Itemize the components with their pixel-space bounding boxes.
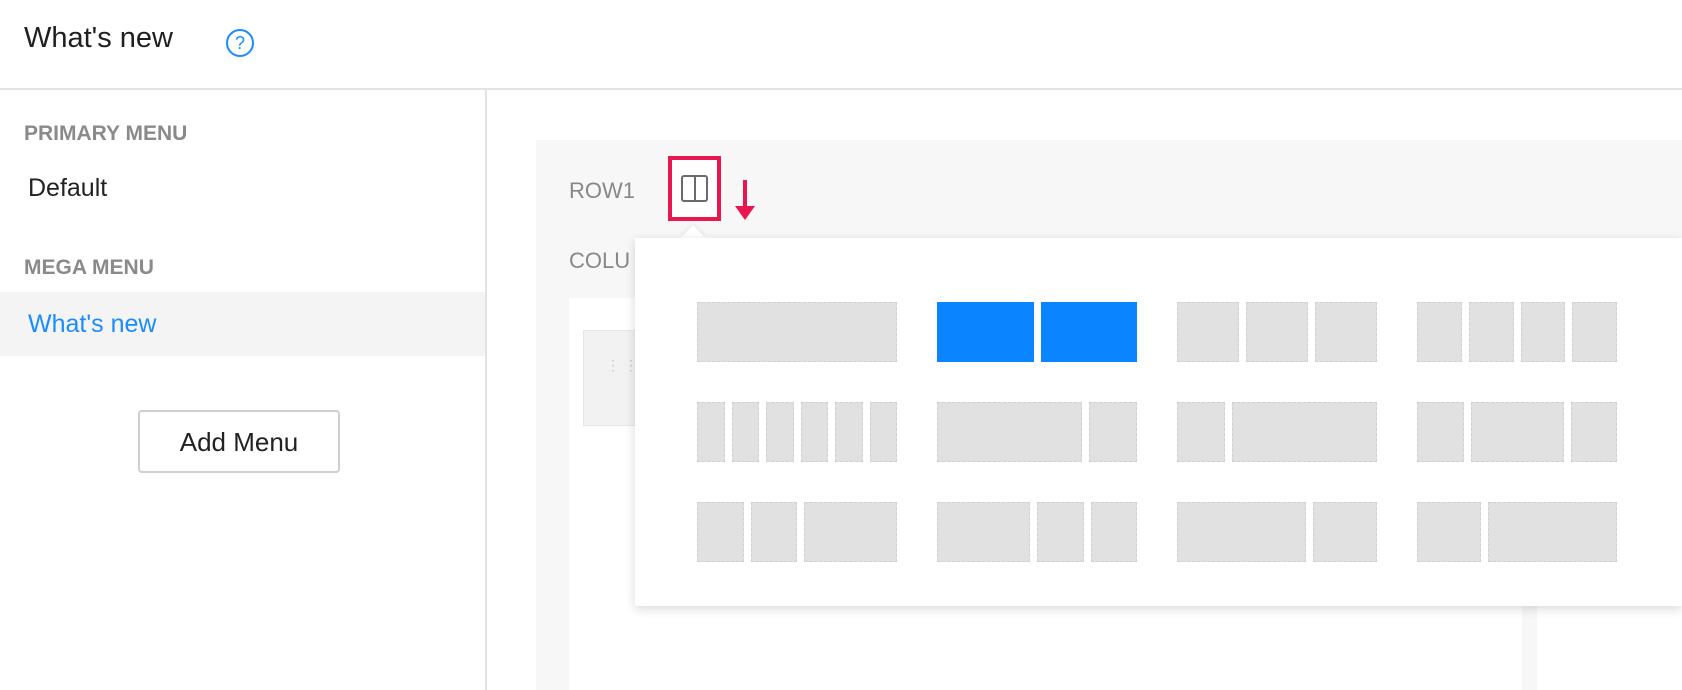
layout-column-block (937, 502, 1030, 562)
layout-column-block (697, 402, 725, 462)
layout-column-block (937, 302, 1034, 362)
layout-option-3[interactable] (1177, 302, 1377, 362)
layout-column-block (1520, 302, 1566, 362)
two-column-layout-icon (681, 175, 708, 202)
layout-column-block (1417, 302, 1462, 362)
layout-option-5[interactable] (697, 402, 897, 462)
layout-column-block (804, 502, 897, 562)
page-title: What's new (24, 22, 173, 54)
layout-option-8[interactable] (1417, 402, 1617, 462)
layout-column-block (1246, 302, 1308, 362)
layout-column-block (1312, 502, 1377, 562)
layout-option-4[interactable] (1417, 302, 1617, 362)
row-label: ROW1 (569, 178, 635, 203)
sidebar: PRIMARY MENU Default MEGA MENU What's ne… (0, 90, 487, 690)
layout-column-block (697, 502, 744, 562)
layout-column-block (1232, 402, 1377, 462)
layout-option-2[interactable] (937, 302, 1137, 362)
layout-column-block (1177, 302, 1239, 362)
header: What's new ? (0, 0, 1682, 90)
layout-option-9[interactable] (697, 502, 897, 562)
layout-toggle-button[interactable] (668, 156, 721, 221)
layout-option-10[interactable] (937, 502, 1137, 562)
layout-column-block (1468, 302, 1514, 362)
layout-column-block (1177, 402, 1226, 462)
layout-column-block (1090, 502, 1137, 562)
layout-column-block (697, 302, 897, 362)
side-panel (1537, 600, 1682, 690)
layout-column-block (1315, 302, 1377, 362)
layout-option-11[interactable] (1177, 502, 1377, 562)
layout-column-block (1570, 402, 1617, 462)
add-menu-button[interactable]: Add Menu (138, 410, 340, 473)
layout-option-12[interactable] (1417, 502, 1617, 562)
drag-handle-icon[interactable]: ⋮⋮ (606, 358, 638, 372)
layout-column-block (1417, 402, 1464, 462)
primary-menu-label: PRIMARY MENU (24, 122, 188, 145)
layout-option-7[interactable] (1177, 402, 1377, 462)
layout-column-block (1177, 502, 1306, 562)
layout-column-block (731, 402, 759, 462)
layout-column-block (1040, 302, 1137, 362)
layout-column-block (835, 402, 863, 462)
layout-column-block (1572, 302, 1617, 362)
layout-option-1[interactable] (697, 302, 897, 362)
drag-card[interactable]: ⋮⋮ (583, 330, 643, 426)
layout-column-block (1417, 502, 1482, 562)
layout-column-block (937, 402, 1082, 462)
layout-column-block (750, 502, 797, 562)
column-label: COLU (569, 248, 631, 273)
layout-column-block (1037, 502, 1084, 562)
mega-menu-label: MEGA MENU (24, 256, 154, 279)
layout-column-block (1488, 502, 1617, 562)
question-circle-icon[interactable]: ? (226, 29, 254, 57)
layout-column-block (1470, 402, 1564, 462)
sidebar-item-whats-new[interactable]: What's new (0, 292, 485, 356)
layout-column-block (1088, 402, 1137, 462)
layout-column-block (800, 402, 828, 462)
arrow-down-icon (735, 180, 755, 220)
layout-column-block (766, 402, 794, 462)
sidebar-item-default[interactable]: Default (0, 156, 485, 220)
layout-option-6[interactable] (937, 402, 1137, 462)
layout-column-block (869, 402, 897, 462)
